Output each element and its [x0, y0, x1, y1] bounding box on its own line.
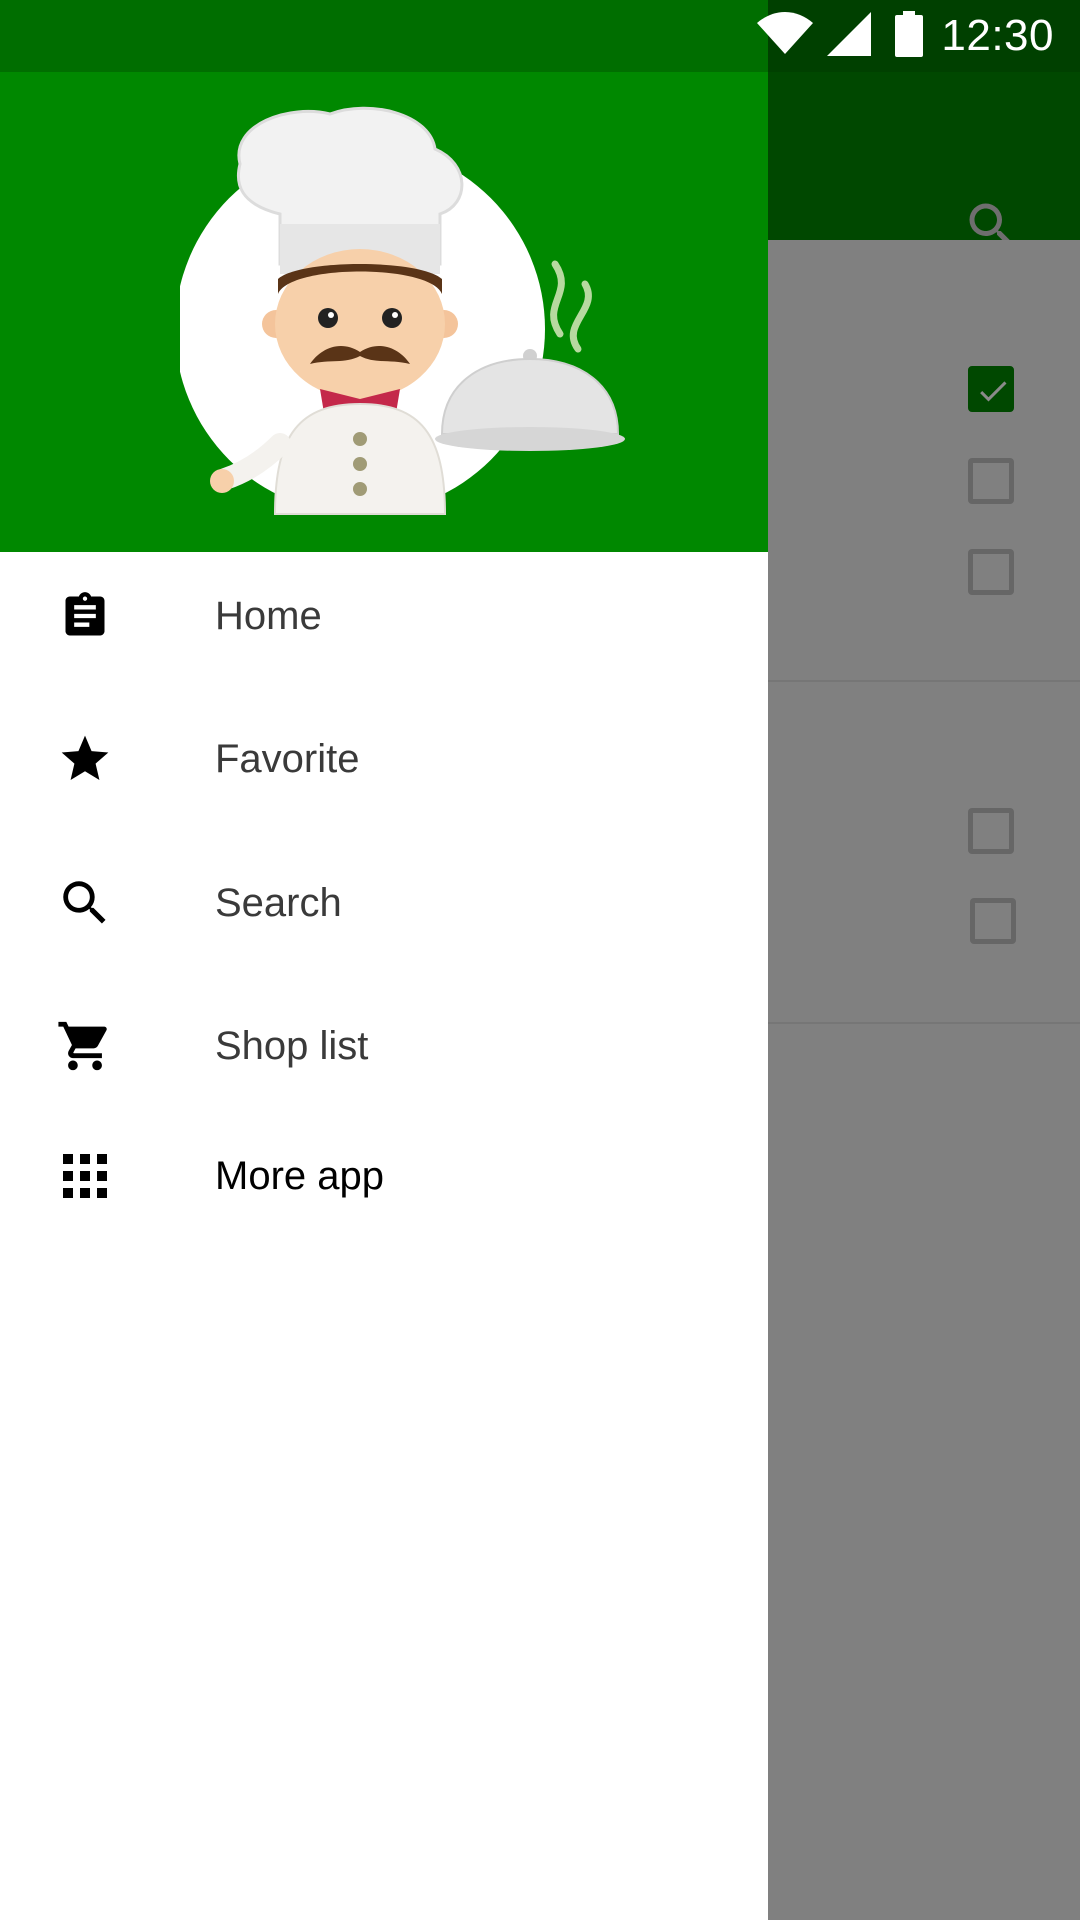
cellular-signal-icon [827, 11, 872, 61]
list-divider [768, 1022, 1080, 1024]
nav-label-shop-list: Shop list [215, 1023, 369, 1068]
nav-label-more-app: More app [215, 1153, 384, 1198]
list-divider [768, 680, 1080, 682]
checkbox-checked[interactable] [968, 366, 1014, 412]
battery-icon [895, 10, 924, 62]
cart-icon [55, 1016, 115, 1076]
nav-item-more-app[interactable]: More app [0, 1112, 768, 1240]
checkbox[interactable] [968, 808, 1014, 854]
wifi-icon [757, 11, 814, 61]
nav-label-favorite: Favorite [215, 736, 360, 781]
nav-item-search[interactable]: Search [0, 839, 768, 967]
search-icon [55, 873, 115, 933]
checkbox[interactable] [970, 898, 1016, 944]
navigation-drawer: Home Favorite Search Shop list More app [0, 72, 768, 1920]
nav-item-home[interactable]: Home [0, 552, 768, 680]
star-icon [55, 729, 115, 789]
clipboard-icon [55, 586, 115, 646]
checkbox[interactable] [968, 549, 1014, 595]
nav-label-search: Search [215, 880, 342, 925]
apps-grid-icon [55, 1146, 115, 1206]
status-bar: 12:30 [0, 0, 1080, 72]
nav-label-home: Home [215, 593, 322, 638]
status-time: 12:30 [941, 11, 1054, 60]
chef-logo [180, 106, 625, 515]
drawer-header [0, 72, 768, 552]
checkbox[interactable] [968, 458, 1014, 504]
nav-item-favorite[interactable]: Favorite [0, 695, 768, 823]
nav-item-shop-list[interactable]: Shop list [0, 982, 768, 1110]
